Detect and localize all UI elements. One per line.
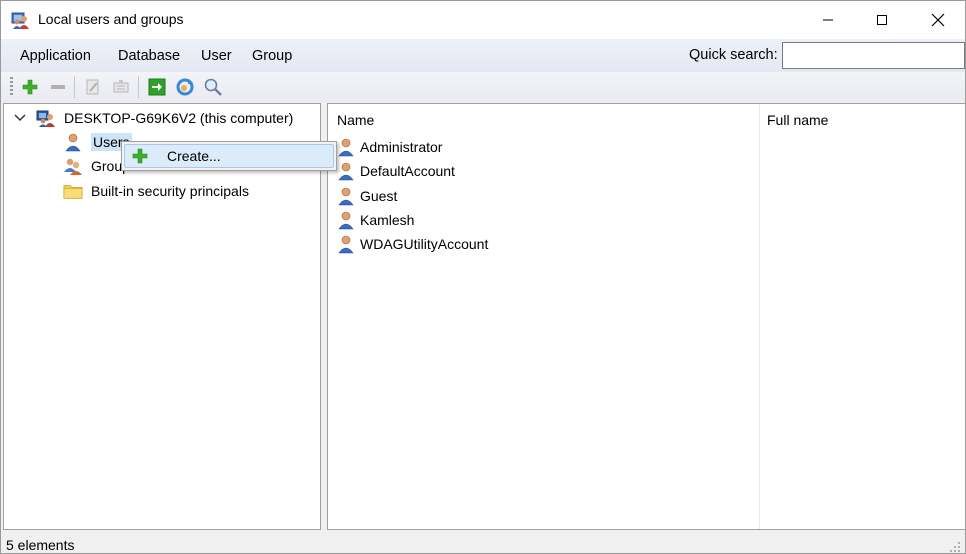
window-title: Local users and groups (38, 11, 184, 27)
user-icon (336, 137, 356, 157)
context-menu-create[interactable]: Create... (124, 144, 334, 168)
tree-item-builtin-principals[interactable]: Built-in security principals (63, 180, 249, 202)
tree-label: DESKTOP-G69K6V2 (this computer) (64, 110, 294, 126)
quick-search-input[interactable] (782, 42, 965, 69)
properties-icon[interactable] (110, 76, 132, 98)
resize-grip-icon[interactable] (949, 540, 961, 552)
column-divider[interactable] (759, 104, 760, 529)
context-menu: Create... (121, 141, 337, 171)
column-header-name[interactable]: Name (337, 112, 374, 128)
toolbar-separator (74, 76, 75, 98)
folder-icon (63, 181, 83, 201)
app-window: Local users and groups Application Datab… (0, 0, 966, 554)
maximize-icon (877, 15, 887, 25)
list-item-name: Kamlesh (360, 212, 415, 228)
user-icon (63, 132, 83, 152)
add-icon (130, 146, 150, 166)
list-item-name: WDAGUtilityAccount (360, 236, 489, 252)
title-bar[interactable]: Local users and groups (1, 1, 965, 39)
edit-icon[interactable] (82, 76, 104, 98)
chevron-down-icon[interactable] (13, 111, 27, 125)
toolbar-grip[interactable] (10, 77, 13, 97)
tree-label: Built-in security principals (91, 183, 249, 199)
toolbar-separator (138, 76, 139, 98)
menu-bar: Application Database User Group Quick se… (1, 39, 965, 72)
list-item[interactable]: Administrator (336, 136, 442, 158)
remove-icon[interactable] (47, 76, 69, 98)
group-icon (63, 156, 83, 176)
users-app-icon (11, 10, 31, 30)
go-icon[interactable] (146, 76, 168, 98)
menu-user[interactable]: User (201, 48, 232, 64)
status-bar: 5 elements (1, 534, 965, 553)
list-item-name: Guest (360, 188, 398, 204)
menu-application[interactable]: Application (20, 48, 91, 64)
list-item[interactable]: WDAGUtilityAccount (336, 233, 488, 255)
minimize-icon (823, 19, 833, 21)
tree-item-computer[interactable]: DESKTOP-G69K6V2 (this computer) (36, 107, 293, 129)
toolbar (1, 72, 965, 102)
menu-group[interactable]: Group (252, 48, 292, 64)
list-item-name: Administrator (360, 139, 443, 155)
user-icon (336, 161, 356, 181)
menu-database[interactable]: Database (118, 48, 180, 64)
user-icon (336, 210, 356, 230)
user-icon (336, 234, 356, 254)
computer-users-icon (36, 108, 56, 128)
column-header-full-name[interactable]: Full name (767, 112, 828, 128)
status-text: 5 elements (6, 537, 75, 553)
close-icon (931, 13, 945, 27)
list-panel[interactable]: Name Full name Administrator DefaultAcco… (327, 103, 965, 530)
list-item[interactable]: Guest (336, 185, 397, 207)
close-button[interactable] (910, 1, 965, 39)
quick-search-label: Quick search: (689, 47, 778, 63)
search-icon[interactable] (202, 76, 224, 98)
add-icon[interactable] (19, 76, 41, 98)
minimize-button[interactable] (800, 1, 856, 39)
refresh-icon[interactable] (174, 76, 196, 98)
list-item[interactable]: DefaultAccount (336, 160, 455, 182)
user-icon (336, 186, 356, 206)
maximize-button[interactable] (854, 1, 910, 39)
context-menu-create-label: Create... (167, 148, 221, 164)
list-item-name: DefaultAccount (360, 163, 455, 179)
list-item[interactable]: Kamlesh (336, 209, 414, 231)
